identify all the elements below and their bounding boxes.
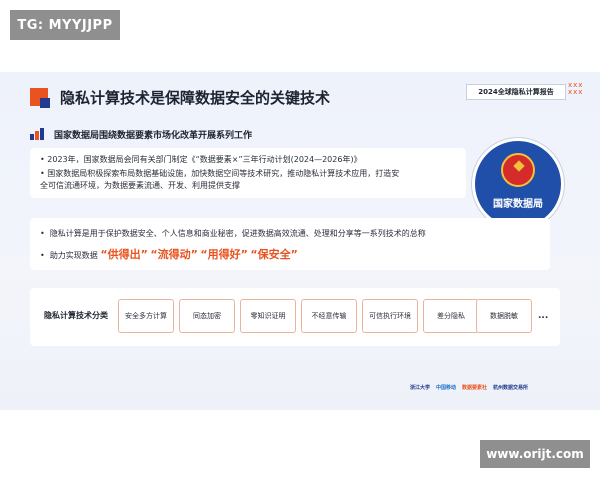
report-badge: 2024全球隐私计算报告 — [466, 84, 566, 100]
logo-hz-exchange: 杭州数据交易所 — [493, 384, 529, 391]
highlight-secure: “保安全” — [250, 248, 298, 261]
more-ellipsis: ... — [538, 311, 549, 321]
category-chip: 不经意传输 — [301, 299, 357, 333]
highlight-flow: “流得动” — [150, 248, 198, 261]
category-chip: 可信执行环境 — [362, 299, 418, 333]
policy-box: • 2023年，国家数据局会同有关部门制定《“数据要素×”三年行动计划(2024… — [30, 148, 466, 198]
category-box: 隐私计算技术分类 安全多方计算 同态加密 零知识证明 不经意传输 可信执行环境 … — [30, 288, 560, 346]
logo-cmcc: 中国移动 — [436, 384, 457, 391]
watermark-top: TG: MYYJJPP — [10, 10, 120, 40]
bar-chart-icon — [30, 128, 46, 140]
definition-box: • 隐私计算是用于保护数据安全、个人信息和商业秘密，促进数据高效流通、处理和分享… — [30, 218, 550, 270]
emblem-name: 国家数据局 — [493, 199, 543, 210]
page: TG: MYYJJPP 隐私计算技术是保障数据安全的关键技术 2024全球隐私计… — [0, 0, 600, 480]
national-emblem-icon — [501, 153, 535, 187]
highlight-supply: “供得出” — [100, 248, 148, 261]
title-mark-small-icon — [40, 98, 50, 108]
section-subtitle: 国家数据局围绕数据要素市场化改革开展系列工作 — [54, 131, 253, 141]
definition-bullet: • 隐私计算是用于保护数据安全、个人信息和商业秘密，促进数据高效流通、处理和分享… — [40, 229, 426, 238]
bullet-policy-1: • 2023年，国家数据局会同有关部门制定《“数据要素×”三年行动计划(2024… — [40, 155, 362, 164]
logo-data-society: 数据要素社 — [462, 384, 488, 391]
goal-bullet: • 助力实现数据 “供得出” “流得动” “用得好” “保安全” — [40, 248, 298, 261]
partner-logos: 浙江大学 中国移动 数据要素社 杭州数据交易所 — [410, 380, 590, 394]
slide: 隐私计算技术是保障数据安全的关键技术 2024全球隐私计算报告 xxx xxx 国… — [0, 72, 600, 410]
watermark-bottom: www.orijt.com — [480, 440, 590, 468]
category-chip: 安全多方计算 — [118, 299, 174, 333]
logo-zju: 浙江大学 — [410, 384, 431, 391]
dots-icon: xxx xxx — [568, 81, 584, 96]
highlight-use: “用得好” — [200, 248, 248, 261]
category-chip: 数据脱敏 — [476, 299, 532, 333]
bullet-policy-3: 全可信流通环境，为数据要素流通、开发、利用提供支撑 — [40, 181, 240, 190]
category-chip: 同态加密 — [179, 299, 235, 333]
category-chip: 差分隐私 — [423, 299, 479, 333]
slide-title: 隐私计算技术是保障数据安全的关键技术 — [60, 89, 331, 107]
emblem-logo: 国家数据局 — [472, 138, 564, 230]
category-label: 隐私计算技术分类 — [44, 311, 108, 320]
category-chip: 零知识证明 — [240, 299, 296, 333]
bullet-policy-2: • 国家数据局积极探索布局数据基础设施，加快数据空间等技术研究，推动隐私计算技术… — [40, 169, 400, 178]
